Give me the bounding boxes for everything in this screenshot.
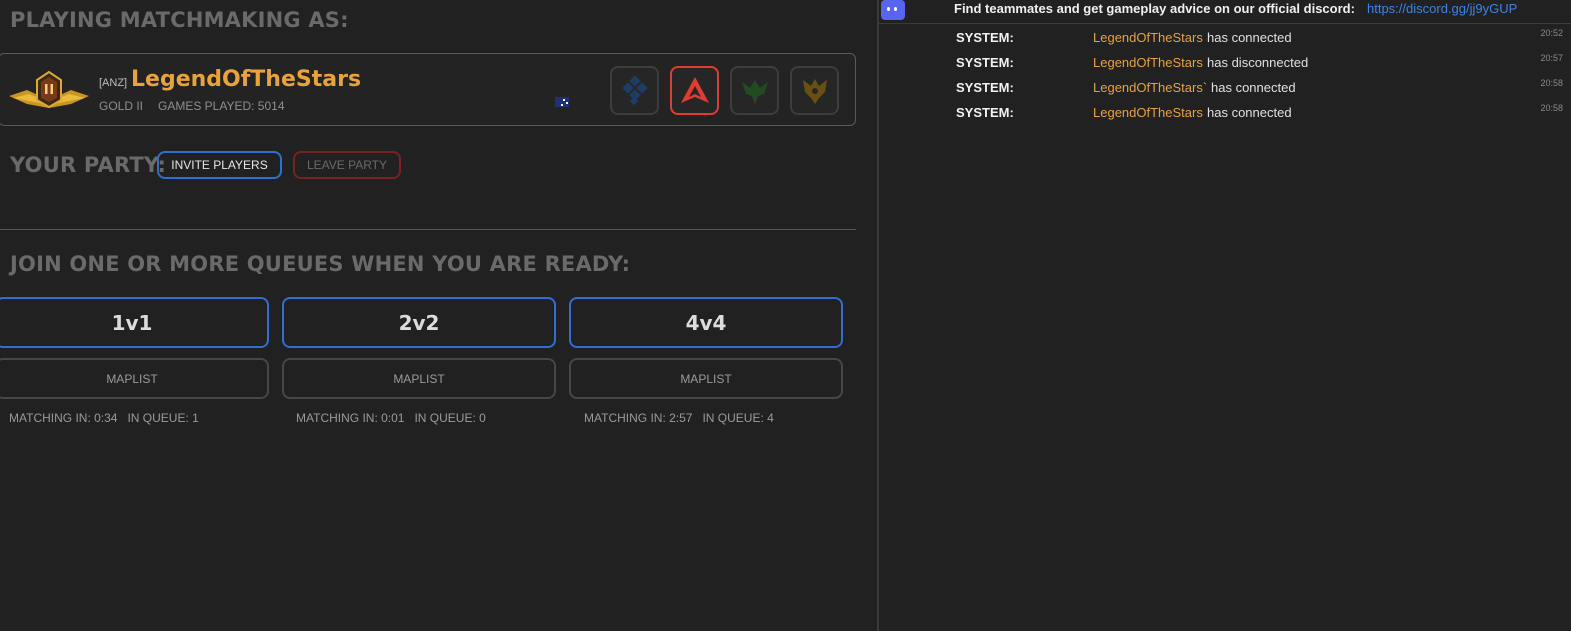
invite-players-button[interactable]: INVITE PLAYERS [157, 151, 282, 179]
queue-2v2-status: MATCHING IN: 0:01 IN QUEUE: 0 [296, 411, 486, 425]
faction-green-insect-button[interactable] [730, 66, 779, 115]
player-name: LegendOfTheStars [131, 67, 362, 92]
message-sender: SYSTEM: [956, 30, 1014, 45]
join-queues-title: JOIN ONE OR MORE QUEUES WHEN YOU ARE REA… [10, 252, 631, 276]
leave-party-button[interactable]: LEAVE PARTY [293, 151, 401, 179]
queue-1v1-status: MATCHING IN: 0:34 IN QUEUE: 1 [9, 411, 199, 425]
message-time: 20:52 [1540, 28, 1563, 38]
message-text: has connected [1207, 30, 1292, 45]
player-region: [ANZ] [99, 77, 128, 89]
discord-icon[interactable] [881, 0, 905, 20]
chat-message: SYSTEM: LegendOfTheStars` has connected … [879, 78, 1571, 102]
chat-header: Find teammates and get gameplay advice o… [879, 0, 1571, 24]
chat-message: SYSTEM: LegendOfTheStars has connected 2… [879, 103, 1571, 127]
maplist-1v1-button[interactable]: MAPLIST [0, 358, 269, 399]
queue-1v1-button[interactable]: 1v1 [0, 297, 269, 348]
message-time: 20:57 [1540, 53, 1563, 63]
message-time: 20:58 [1540, 78, 1563, 88]
discord-invite-text: Find teammates and get gameplay advice o… [954, 1, 1355, 16]
matchmaking-screen: PLAYING MATCHMAKING AS: [ANZ] LegendOfTh… [0, 0, 1571, 631]
message-sender: SYSTEM: [956, 105, 1014, 120]
message-text: has connected [1211, 80, 1296, 95]
faction-gold-insect-button[interactable] [790, 66, 839, 115]
message-user[interactable]: LegendOfTheStars [1093, 30, 1203, 45]
message-user[interactable]: LegendOfTheStars` [1093, 80, 1207, 95]
queue-4v4-button[interactable]: 4v4 [569, 297, 843, 348]
matchmaking-panel: PLAYING MATCHMAKING AS: [ANZ] LegendOfTh… [0, 0, 877, 631]
green-insect-faction-icon [741, 79, 768, 104]
message-sender: SYSTEM: [956, 55, 1014, 70]
maplist-2v2-button[interactable]: MAPLIST [282, 358, 556, 399]
faction-triangle-button[interactable] [670, 66, 719, 115]
message-user[interactable]: LegendOfTheStars [1093, 105, 1203, 120]
your-party-title: YOUR PARTY: [10, 153, 167, 177]
australia-flag-icon [555, 97, 569, 107]
message-text: has disconnected [1207, 55, 1309, 70]
maplist-4v4-button[interactable]: MAPLIST [569, 358, 843, 399]
player-card: [ANZ] LegendOfTheStars GOLD II GAMES PLA… [0, 53, 856, 126]
diamond-faction-icon [621, 74, 648, 105]
games-played: GAMES PLAYED: 5014 [158, 99, 285, 113]
message-text: has connected [1207, 105, 1292, 120]
queue-4v4-status: MATCHING IN: 2:57 IN QUEUE: 4 [584, 411, 774, 425]
player-rank: GOLD II [99, 99, 144, 113]
message-sender: SYSTEM: [956, 80, 1014, 95]
message-user[interactable]: LegendOfTheStars [1093, 55, 1203, 70]
chat-message: SYSTEM: LegendOfTheStars has disconnecte… [879, 53, 1571, 77]
section-divider [0, 229, 856, 230]
chat-panel: Find teammates and get gameplay advice o… [879, 0, 1571, 631]
faction-diamond-button[interactable] [610, 66, 659, 115]
message-time: 20:58 [1540, 103, 1563, 113]
playing-as-title: PLAYING MATCHMAKING AS: [10, 8, 349, 32]
chat-message: SYSTEM: LegendOfTheStars has connected 2… [879, 28, 1571, 52]
gold-insect-faction-icon [802, 78, 827, 104]
rank-emblem-icon [9, 70, 89, 109]
queue-2v2-button[interactable]: 2v2 [282, 297, 556, 348]
discord-link[interactable]: https://discord.gg/jj9yGUP [1367, 1, 1517, 16]
triangle-faction-icon [680, 76, 709, 103]
